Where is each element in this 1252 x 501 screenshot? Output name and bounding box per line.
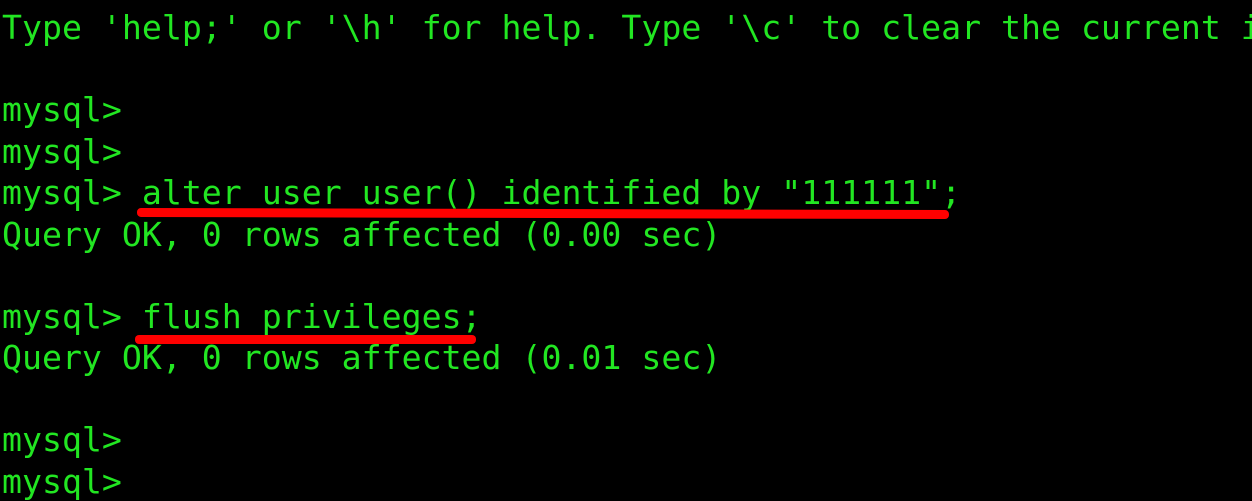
terminal-window[interactable]: Type 'help;' or '\h' for help. Type '\c'… bbox=[0, 0, 1252, 501]
flush-privileges-command-line: mysql> flush privileges; bbox=[2, 297, 482, 336]
red-underline-annotation bbox=[135, 335, 476, 344]
help-hint-line: Type 'help;' or '\h' for help. Type '\c'… bbox=[2, 8, 1252, 47]
prompt-line: mysql> bbox=[2, 90, 122, 129]
prompt-line: mysql> bbox=[2, 132, 122, 171]
active-prompt-line[interactable]: mysql> bbox=[2, 461, 122, 501]
query-result-line: Query OK, 0 rows affected (0.00 sec) bbox=[2, 215, 722, 254]
prompt-line: mysql> bbox=[2, 420, 122, 459]
alter-user-command-line: mysql> alter user user() identified by "… bbox=[2, 173, 962, 212]
